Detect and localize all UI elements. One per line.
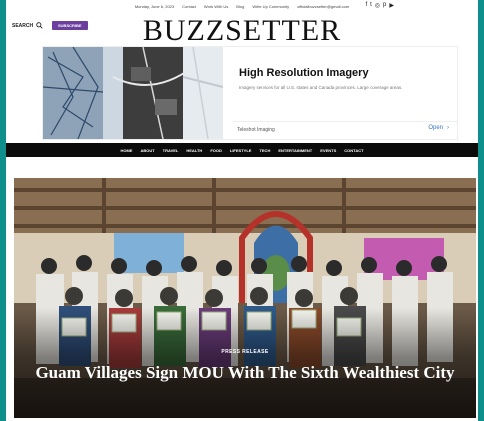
nav-item-entertainment[interactable]: ENTERTAINMENT <box>278 148 312 153</box>
ad-open-button[interactable]: Open › <box>428 125 449 131</box>
site-logo[interactable]: BUZZSETTER <box>6 15 478 47</box>
top-utility-bar: Monday, June 6, 2023 Contact Work With U… <box>6 0 478 12</box>
chevron-right-icon: › <box>447 125 449 131</box>
pinterest-icon[interactable]: p <box>383 2 386 9</box>
topbar-link-community[interactable]: Write Up Community <box>252 4 289 9</box>
category-label[interactable]: PRESS RELEASE <box>14 349 476 355</box>
nav-item-home[interactable]: HOME <box>120 148 132 153</box>
social-icons: f t ◎ p ▶ <box>365 2 394 9</box>
ad-brand: Teleshot Imaging <box>237 127 275 133</box>
ad-divider <box>233 121 457 122</box>
topbar-link-work-with-us[interactable]: Work With Us <box>204 4 228 9</box>
masthead: SEARCH SUBSCRIBE BUZZSETTER <box>6 12 478 48</box>
main-nav: HOME ABOUT TRAVEL HEALTH FOOD LIFESTYLE … <box>6 143 478 157</box>
ad-open-label: Open <box>428 125 443 131</box>
nav-item-travel[interactable]: TRAVEL <box>163 148 179 153</box>
topbar-link-email[interactable]: officialbuzzsetter@gmail.com <box>297 4 349 9</box>
topbar-link-contact[interactable]: Contact <box>182 4 196 9</box>
youtube-icon[interactable]: ▶ <box>389 2 394 9</box>
hero-article[interactable]: PRESS RELEASE Guam Villages Sign MOU Wit… <box>14 178 476 418</box>
nav-item-health[interactable]: HEALTH <box>186 148 202 153</box>
article-headline[interactable]: Guam Villages Sign MOU With The Sixth We… <box>34 363 456 382</box>
ad-title[interactable]: High Resolution Imagery <box>239 67 369 79</box>
nav-item-lifestyle[interactable]: LIFESTYLE <box>230 148 252 153</box>
nav-item-about[interactable]: ABOUT <box>140 148 154 153</box>
instagram-icon[interactable]: ◎ <box>375 2 380 9</box>
nav-item-events[interactable]: EVENTS <box>320 148 336 153</box>
nav-item-tech[interactable]: TECH <box>259 148 270 153</box>
page: Monday, June 6, 2023 Contact Work With U… <box>6 0 478 421</box>
advertisement[interactable]: High Resolution Imagery Imagery services… <box>42 46 458 140</box>
nav-item-food[interactable]: FOOD <box>210 148 222 153</box>
topbar-link-blog[interactable]: Blog <box>236 4 244 9</box>
twitter-icon[interactable]: t <box>370 2 372 9</box>
ad-aerial-image <box>43 47 223 139</box>
nav-item-contact[interactable]: CONTACT <box>344 148 363 153</box>
ad-description: Imagery services for all U.S. states and… <box>239 85 403 90</box>
topbar-date: Monday, June 6, 2023 <box>134 3 175 9</box>
facebook-icon[interactable]: f <box>365 2 367 9</box>
